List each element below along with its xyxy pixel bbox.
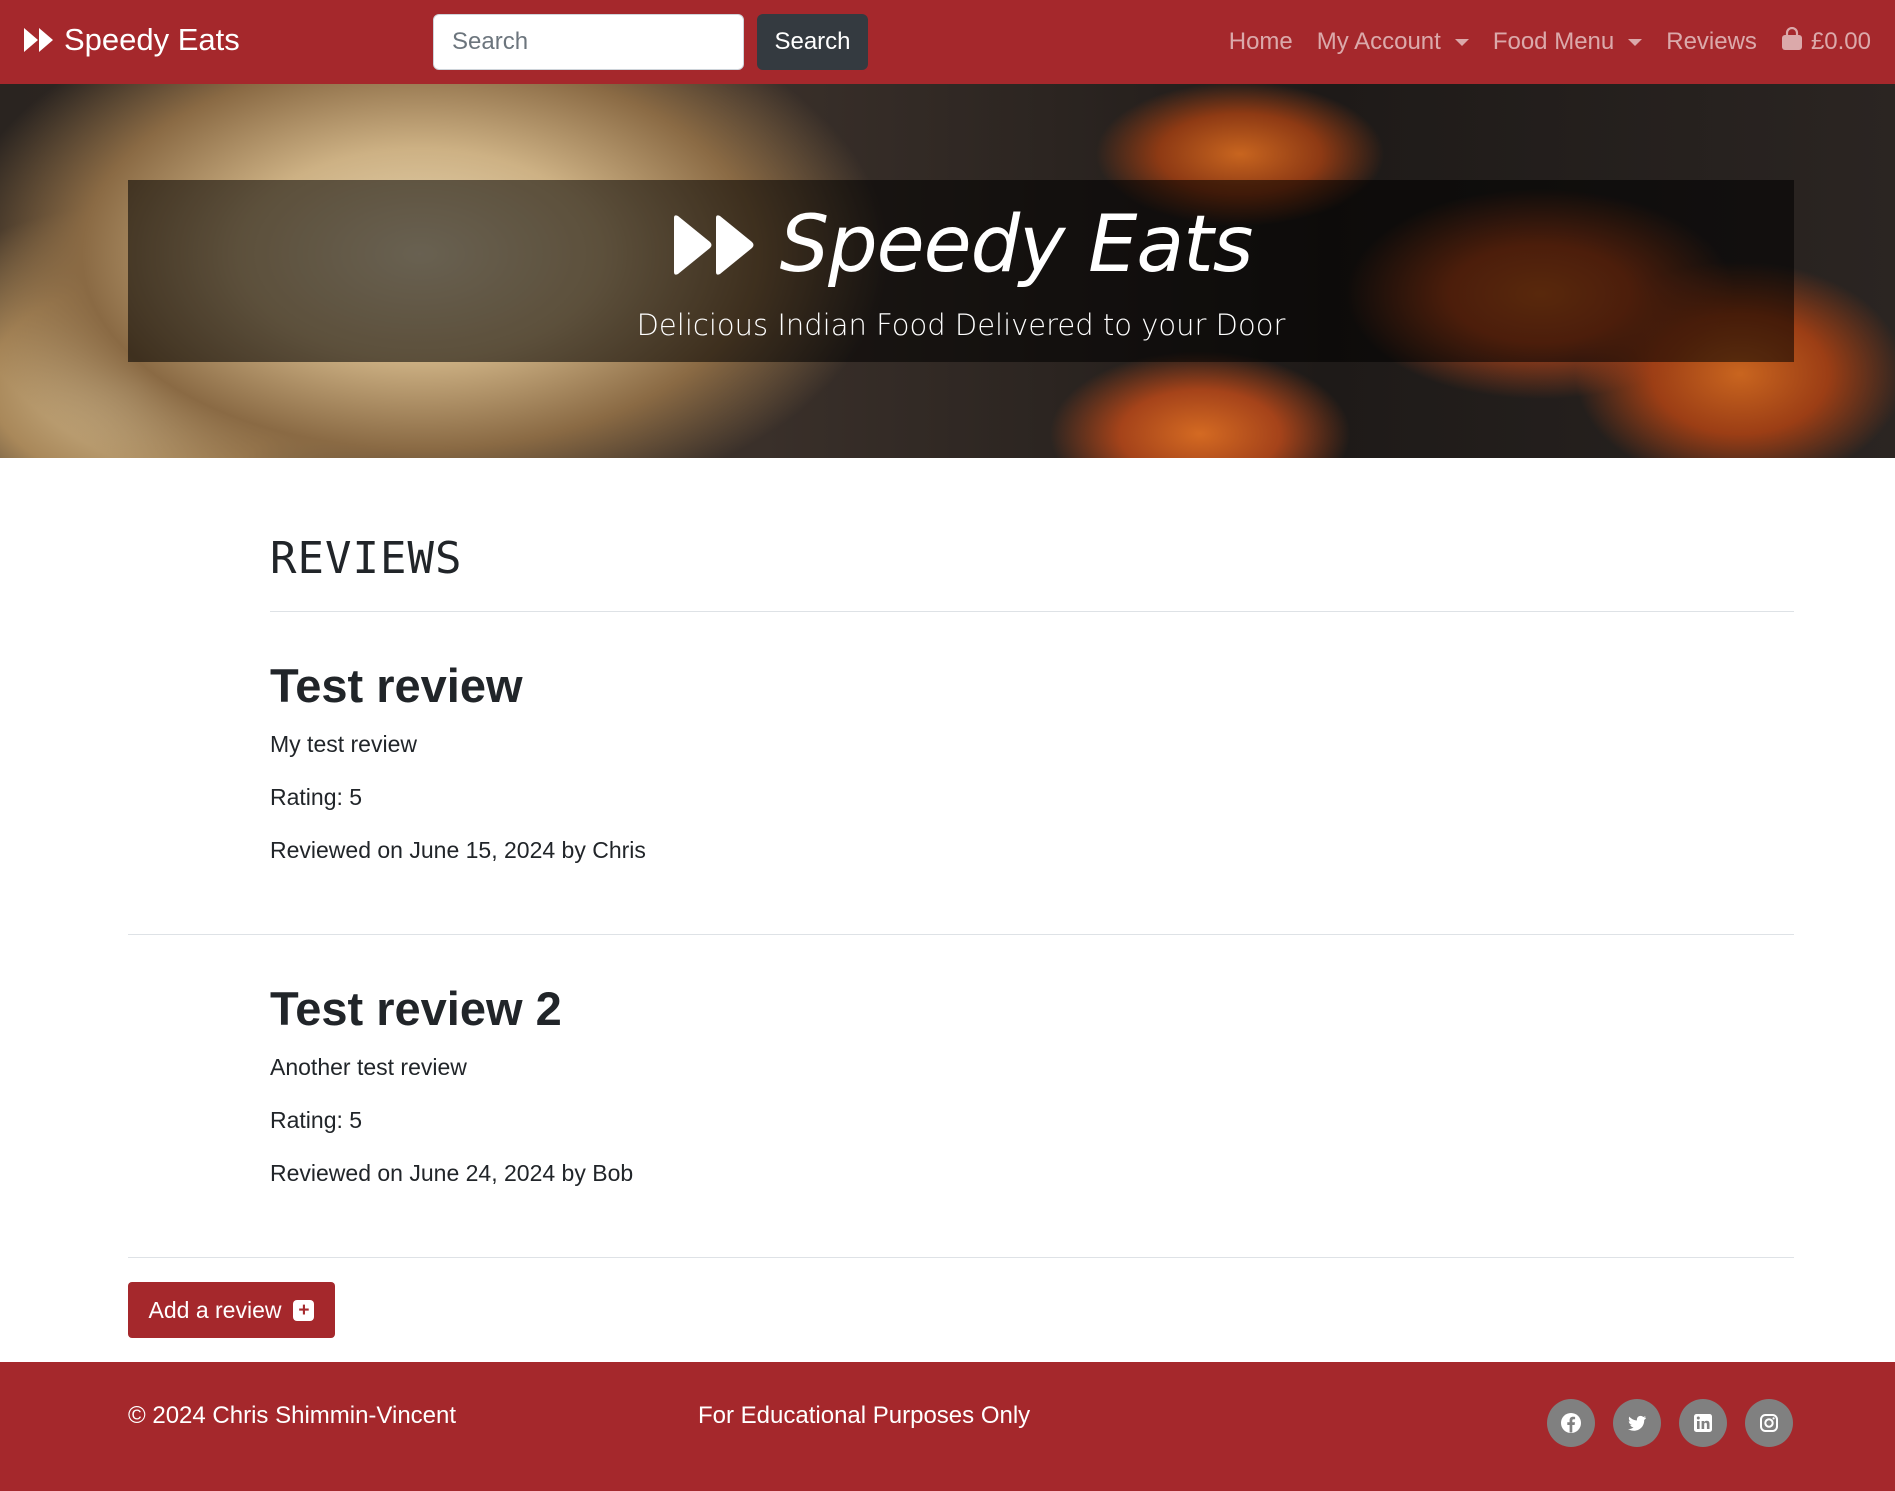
add-review-button[interactable]: Add a review +: [128, 1282, 335, 1338]
twitter-icon[interactable]: [1613, 1399, 1661, 1447]
hero-subtitle: Delicious Indian Food Delivered to your …: [636, 308, 1286, 342]
brand-link[interactable]: Speedy Eats: [24, 22, 240, 58]
nav-links: Home My Account Food Menu Reviews £0.00: [1217, 0, 1883, 84]
nav-my-account-label: My Account: [1316, 28, 1441, 55]
footer-copyright: © 2024 Chris Shimmin-Vincent: [128, 1402, 457, 1429]
fast-forward-icon: [24, 28, 53, 52]
review-item: Test review My test review Rating: 5 Rev…: [270, 658, 1794, 864]
chevron-down-icon: [1628, 38, 1643, 46]
review-body: Another test review: [270, 1054, 467, 1080]
review-title: Test review: [270, 659, 523, 712]
fast-forward-icon: [673, 215, 754, 275]
nav-food-menu-dropdown[interactable]: Food Menu: [1481, 28, 1654, 56]
page-title: REVIEWS: [270, 533, 463, 584]
review-title: Test review 2: [270, 982, 562, 1035]
plus-square-icon: +: [293, 1299, 315, 1321]
shopping-bag-icon: [1781, 26, 1803, 58]
review-item: Test review 2 Another test review Rating…: [270, 981, 1794, 1187]
review-rating: Rating: 5: [270, 784, 363, 810]
search-input[interactable]: [433, 14, 744, 70]
review-body: My test review: [270, 731, 417, 757]
add-review-label: Add a review: [148, 1296, 282, 1323]
nav-my-account-dropdown[interactable]: My Account: [1305, 28, 1481, 56]
brand-name: Speedy Eats: [64, 22, 240, 57]
instagram-icon[interactable]: [1745, 1399, 1793, 1447]
review-meta: Reviewed on June 15, 2024 by Chris: [270, 837, 646, 863]
nav-basket[interactable]: £0.00: [1769, 26, 1883, 58]
review-divider: [128, 934, 1794, 935]
review-meta: Reviewed on June 24, 2024 by Bob: [270, 1160, 634, 1186]
hero-overlay: Speedy Eats Delicious Indian Food Delive…: [128, 180, 1794, 362]
hero-banner: Speedy Eats Delicious Indian Food Delive…: [0, 84, 1895, 458]
hero-title-text: Speedy Eats: [779, 200, 1254, 290]
nav-food-menu-label: Food Menu: [1492, 28, 1615, 55]
nav-home-label: Home: [1228, 28, 1293, 55]
chevron-down-icon: [1454, 38, 1469, 46]
linkedin-icon[interactable]: [1679, 1399, 1727, 1447]
nav-home[interactable]: Home: [1217, 28, 1305, 56]
review-rating: Rating: 5: [270, 1107, 363, 1133]
search-button[interactable]: Search: [757, 14, 868, 70]
footer-note: For Educational Purposes Only: [698, 1402, 1031, 1429]
review-divider: [128, 1257, 1794, 1258]
nav-reviews[interactable]: Reviews: [1654, 28, 1769, 56]
facebook-icon[interactable]: [1547, 1399, 1595, 1447]
basket-total: £0.00: [1810, 28, 1871, 55]
nav-reviews-label: Reviews: [1666, 28, 1757, 55]
heading-divider: [270, 611, 1794, 612]
hero-title: Speedy Eats: [670, 200, 1253, 290]
navbar: Speedy Eats Search Home My Account Food …: [0, 0, 1895, 84]
footer: © 2024 Chris Shimmin-Vincent For Educati…: [0, 1362, 1895, 1491]
